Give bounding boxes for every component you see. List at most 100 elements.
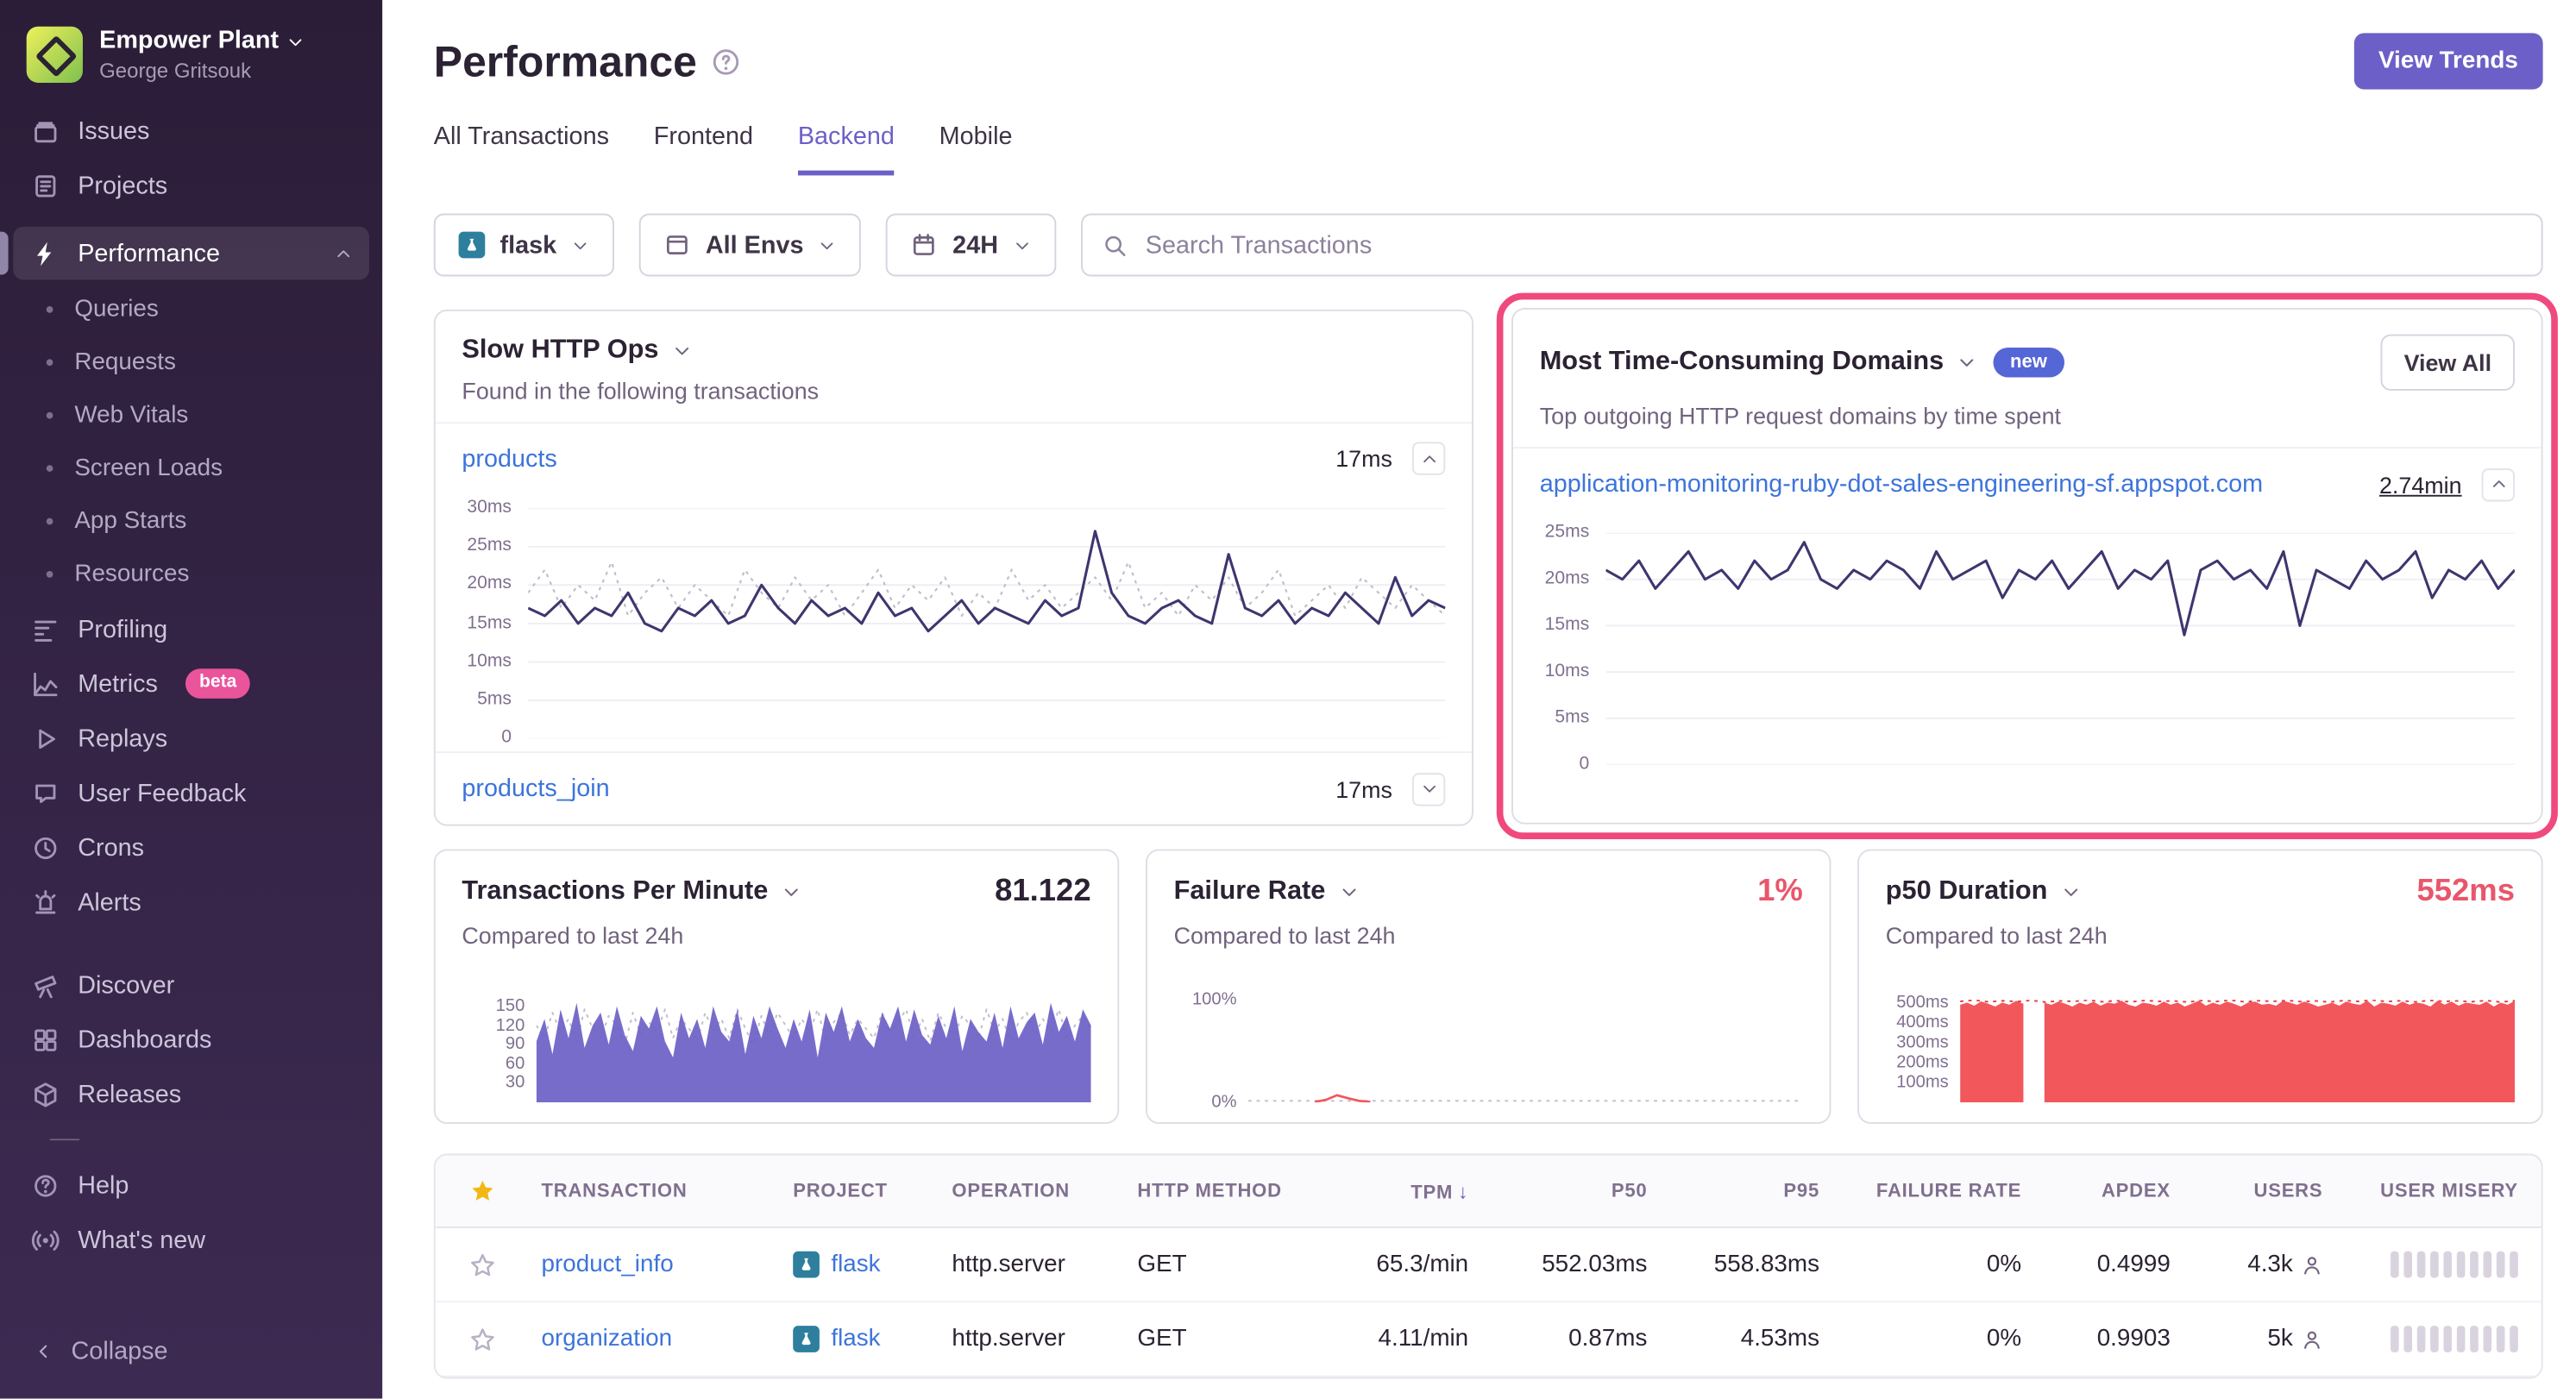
duration-value: 17ms [1335,775,1392,802]
failure-rate-value: 1% [1757,874,1803,910]
collapse-row-button[interactable] [2482,467,2515,500]
col-apdex[interactable]: APDEX [2045,1181,2194,1201]
domain-link[interactable]: application-monitoring-ruby-dot-sales-en… [1540,470,2263,499]
sidebar-item-discover[interactable]: Discover [13,958,369,1011]
sidebar-item-profiling[interactable]: Profiling [13,603,369,656]
sidebar-item-requests[interactable]: Requests [13,336,369,389]
widget-title: Most Time-Consuming Domains [1540,348,1945,378]
project-link[interactable]: flask [831,1252,880,1278]
filter-bar: flask All Envs 24H [434,214,2543,277]
collapse-button[interactable]: Collapse [13,1321,369,1383]
view-all-button[interactable]: View All [2381,335,2515,391]
transaction-link[interactable]: products_join [462,775,609,803]
collapse-row-button[interactable] [1412,442,1445,475]
chevron-up-icon [335,244,353,262]
transaction-link[interactable]: product_info [542,1252,674,1278]
cell-tpm: 4.11/min [1310,1326,1492,1352]
project-link[interactable]: flask [831,1326,880,1352]
environment-filter[interactable]: All Envs [639,214,862,277]
sidebar-item-issues[interactable]: Issues [13,104,369,157]
col-transaction[interactable]: TRANSACTION [528,1181,793,1201]
project-filter[interactable]: flask [434,214,615,277]
col-failure-rate[interactable]: FAILURE RATE [1843,1181,2045,1201]
calendar-icon [911,232,938,259]
line-chart[interactable] [1248,1000,1803,1102]
chevron-down-icon[interactable] [782,882,801,902]
tab-frontend[interactable]: Frontend [654,122,753,175]
area-chart[interactable] [537,1000,1091,1102]
app-window: Empower Plant George Gritsouk Issues Pro… [0,0,2576,1399]
col-http-method[interactable]: HTTP METHOD [1137,1181,1310,1201]
star-outline-icon[interactable] [469,1327,494,1352]
col-p50[interactable]: P50 [1492,1181,1670,1201]
cell-users: 5k [2194,1326,2347,1352]
megaphone-icon [30,778,60,808]
sidebar-item-alerts[interactable]: Alerts [13,875,369,928]
window-icon [664,232,691,259]
col-project[interactable]: PROJECT [793,1181,952,1201]
flask-project-icon [793,1252,820,1278]
telescope-icon [30,970,60,1001]
duration-value[interactable]: 2.74min [2379,471,2462,498]
chevron-down-icon[interactable] [1339,882,1359,902]
chevron-down-icon[interactable] [1957,353,1977,373]
sidebar-item-app-starts[interactable]: App Starts [13,495,369,548]
org-user: George Gritsouk [99,60,305,83]
sidebar-item-whats-new[interactable]: What's new [13,1214,369,1266]
sidebar-item-resources[interactable]: Resources [13,548,369,600]
org-name: Empower Plant [99,27,279,57]
clock-icon [30,832,60,863]
area-chart[interactable] [1960,1000,2515,1102]
chevron-down-icon [819,235,837,254]
line-chart[interactable] [528,508,1445,738]
help-circle-icon[interactable] [712,47,740,76]
profiling-icon [30,614,60,644]
col-operation[interactable]: OPERATION [952,1181,1137,1201]
expand-row-button[interactable] [1412,772,1445,805]
transaction-link[interactable]: organization [542,1326,673,1352]
date-range-filter[interactable]: 24H [886,214,1056,277]
sidebar-item-projects[interactable]: Projects [13,159,369,211]
cell-tpm: 65.3/min [1310,1252,1492,1278]
tab-all-transactions[interactable]: All Transactions [434,122,609,175]
sidebar-item-performance[interactable]: Performance [13,227,369,279]
user-misery-bars [2346,1326,2541,1352]
line-chart[interactable] [1605,533,2515,765]
sidebar-item-crons[interactable]: Crons [13,821,369,874]
widget-title: p50 Duration [1886,877,2048,907]
dashboards-icon [30,1025,60,1055]
widget-subtitle: Found in the following transactions [462,378,1445,405]
sidebar-item-help[interactable]: Help [13,1158,369,1211]
sidebar-item-releases[interactable]: Releases [13,1068,369,1120]
col-p95[interactable]: P95 [1670,1181,1843,1201]
y-axis: 25ms20ms15ms10ms5ms0 [1533,533,1589,765]
performance-tabs: All Transactions Frontend Backend Mobile [434,122,2543,175]
widget-title: Failure Rate [1174,877,1326,907]
sidebar-item-screen-loads[interactable]: Screen Loads [13,442,369,494]
slow-http-row-products: products 17ms [436,422,1472,494]
sidebar-item-web-vitals[interactable]: Web Vitals [13,389,369,442]
tab-mobile[interactable]: Mobile [939,122,1013,175]
col-users[interactable]: USERS [2194,1181,2347,1201]
view-trends-button[interactable]: View Trends [2353,33,2542,89]
tab-backend[interactable]: Backend [798,122,895,175]
col-tpm-sorted[interactable]: TPM↓ [1310,1179,1492,1202]
sidebar-item-metrics[interactable]: Metrics beta [13,657,369,710]
sidebar-item-queries[interactable]: Queries [13,283,369,336]
widget-title: Transactions Per Minute [462,877,768,907]
transaction-link[interactable]: products [462,445,556,474]
cell-operation: http.server [952,1326,1137,1352]
cell-apdex: 0.4999 [2045,1252,2194,1278]
sidebar-item-replays[interactable]: Replays [13,712,369,764]
star-filled-icon[interactable] [469,1178,494,1203]
sidebar-item-user-feedback[interactable]: User Feedback [13,767,369,819]
chevron-down-icon[interactable] [672,341,692,361]
org-switcher[interactable]: Empower Plant George Gritsouk [0,23,382,103]
search-input[interactable] [1142,229,2522,260]
chevron-down-icon[interactable] [2061,882,2081,902]
widget-subtitle: Compared to last 24h [1886,922,2515,949]
y-axis: 150120906030 [462,1000,525,1102]
sidebar-item-dashboards[interactable]: Dashboards [13,1013,369,1065]
col-user-misery[interactable]: USER MISERY [2346,1181,2541,1201]
star-outline-icon[interactable] [469,1252,494,1277]
